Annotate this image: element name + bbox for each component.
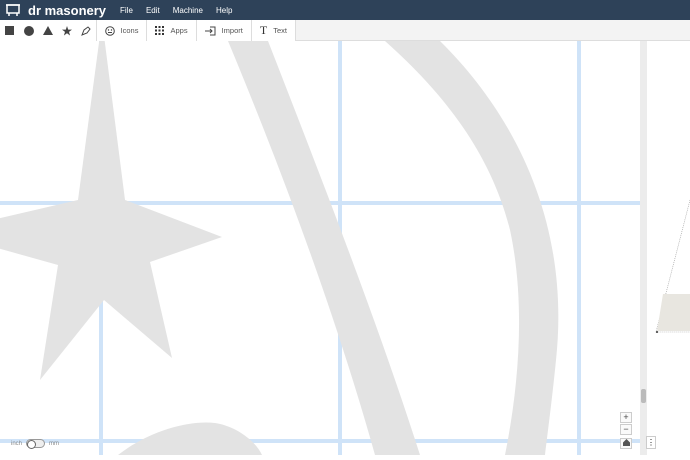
text-icon: T — [259, 23, 268, 37]
arc-shape-3 — [118, 422, 262, 455]
menu-machine[interactable]: Machine — [173, 6, 203, 15]
toolbar: Icons Apps Import T Text — [0, 20, 690, 41]
unit-toggle-group: inch mm — [11, 439, 60, 449]
more-options-button[interactable]: ⋮ — [646, 436, 656, 449]
triangle-icon — [42, 26, 53, 35]
apps-label: Apps — [170, 26, 188, 35]
grid-icon — [155, 26, 165, 35]
icons-label: Icons — [120, 26, 139, 35]
star-tool[interactable] — [57, 20, 76, 41]
menu-file[interactable]: File — [120, 6, 133, 15]
machine-preview — [647, 41, 690, 455]
text-button[interactable]: T Text — [250, 20, 295, 41]
circle-icon — [23, 25, 34, 36]
home-button[interactable] — [620, 438, 632, 449]
preview-drawing — [655, 199, 690, 333]
unit-mm-label: mm — [49, 440, 60, 447]
square-icon — [5, 26, 15, 35]
menu-edit[interactable]: Edit — [146, 6, 160, 15]
pen-tool[interactable] — [76, 20, 95, 41]
scrollbar-thumb[interactable] — [641, 389, 646, 403]
arc-shape — [228, 41, 420, 455]
unit-toggle[interactable] — [26, 439, 46, 449]
pen-icon — [81, 25, 91, 36]
zoom-out-button[interactable]: − — [620, 424, 632, 435]
import-label: Import — [221, 26, 243, 35]
menu-help[interactable]: Help — [216, 6, 232, 15]
apps-button[interactable]: Apps — [146, 20, 195, 41]
import-icon — [204, 26, 216, 35]
canvas-drawing — [0, 41, 640, 455]
machine-logo-icon — [6, 4, 20, 16]
star-shape — [0, 41, 222, 380]
canvas-scrollbar[interactable] — [640, 41, 647, 455]
star-icon — [61, 25, 72, 35]
square-tool[interactable] — [0, 20, 19, 41]
circle-tool[interactable] — [19, 20, 38, 41]
top-bar: dr masonery File Edit Machine Help — [0, 0, 690, 20]
design-canvas[interactable] — [0, 41, 640, 455]
zoom-in-button[interactable]: + — [620, 412, 632, 423]
icons-button[interactable]: Icons — [95, 20, 147, 41]
arc-shape-2 — [385, 41, 559, 455]
text-label: Text — [273, 26, 287, 35]
smiley-icon — [104, 25, 115, 36]
import-button[interactable]: Import — [195, 20, 251, 41]
home-icon — [622, 439, 630, 446]
triangle-tool[interactable] — [38, 20, 57, 41]
unit-inch-label: inch — [11, 440, 23, 447]
app-title: dr masonery — [28, 2, 107, 18]
